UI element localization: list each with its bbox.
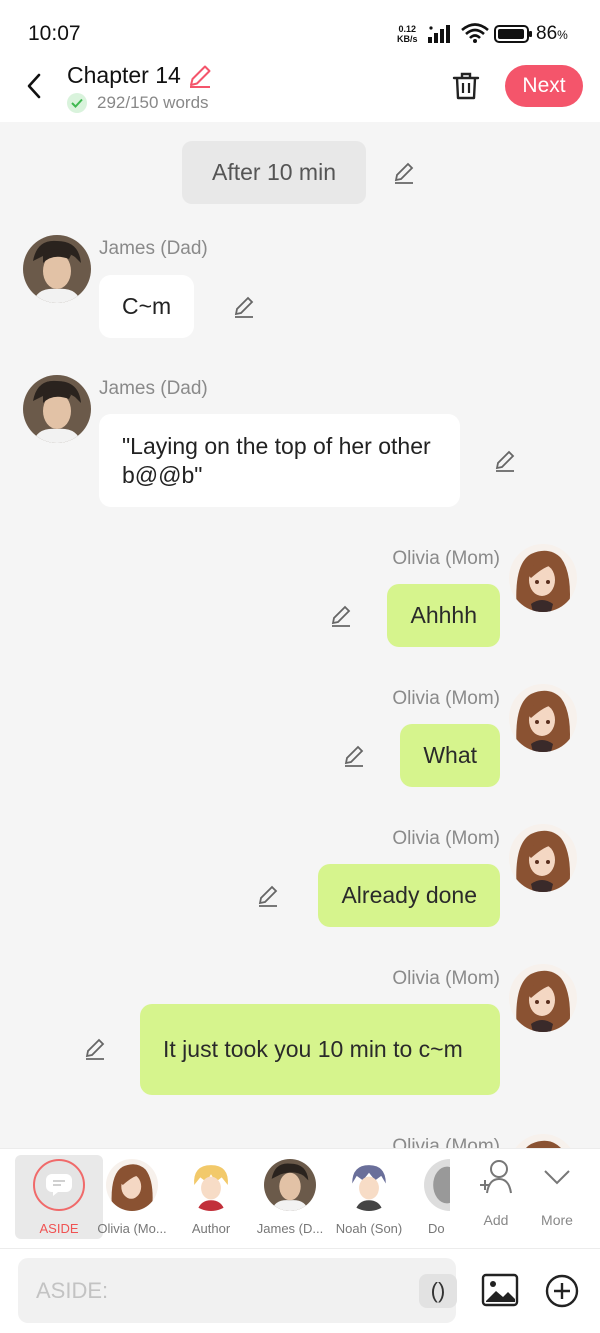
character-label: Author — [191, 1221, 231, 1236]
wifi-icon — [461, 23, 489, 43]
edit-message-button[interactable] — [328, 603, 354, 629]
back-button[interactable] — [16, 66, 52, 106]
pencil-icon — [331, 605, 351, 627]
character-bar: ASIDE Olivia (Mo... Author James (D... N… — [0, 1148, 600, 1248]
back-arrow-icon — [27, 73, 41, 99]
avatar-author — [185, 1159, 237, 1211]
character-label: Noah (Son) — [335, 1221, 403, 1236]
message-input-box: () — [18, 1258, 457, 1323]
add-character-button[interactable]: Add — [466, 1159, 526, 1228]
message-bubble[interactable]: Ahhhh — [387, 584, 500, 647]
character-label: Olivia (Mo... — [97, 1221, 167, 1236]
edit-message-button[interactable] — [341, 743, 367, 769]
character-olivia[interactable]: Olivia (Mo... — [88, 1155, 176, 1239]
character-author[interactable]: Author — [167, 1155, 255, 1239]
message-input[interactable] — [36, 1258, 396, 1323]
battery-value: 86 — [536, 23, 558, 44]
pencil-icon — [258, 885, 278, 907]
trash-icon — [452, 72, 480, 100]
chat-area[interactable]: After 10 min James (Dad) C~m James (Dad)… — [0, 122, 600, 1148]
chevron-down-icon — [544, 1170, 570, 1185]
edit-message-button[interactable] — [82, 1036, 108, 1062]
battery-icon — [494, 25, 532, 43]
character-partial[interactable]: Do — [404, 1155, 450, 1239]
sender-name: Olivia (Mom) — [392, 968, 500, 989]
pencil-icon — [189, 65, 211, 88]
battery-level: 86% — [536, 23, 568, 45]
page-title: Chapter 14 — [67, 62, 181, 88]
message-bubble[interactable]: What — [400, 724, 500, 787]
title-block: Chapter 14 292/150 words — [67, 62, 213, 113]
pencil-icon — [495, 450, 515, 472]
status-time: 10:07 — [28, 22, 81, 45]
avatar-james — [264, 1159, 316, 1211]
avatar-olivia[interactable] — [509, 684, 577, 752]
signal-icon — [428, 25, 450, 43]
add-user-icon — [480, 1160, 512, 1194]
next-button[interactable]: Next — [505, 65, 583, 107]
more-label: More — [541, 1212, 573, 1228]
more-characters-button[interactable]: More — [527, 1159, 587, 1228]
image-icon — [481, 1273, 519, 1307]
avatar-olivia[interactable] — [509, 544, 577, 612]
avatar-olivia[interactable] — [509, 824, 577, 892]
edit-title-button[interactable] — [187, 63, 213, 89]
input-bar: () — [0, 1248, 600, 1333]
edit-message-button[interactable] — [492, 448, 518, 474]
avatar-james[interactable] — [23, 235, 91, 303]
aside-icon — [33, 1159, 85, 1211]
avatar-james[interactable] — [23, 375, 91, 443]
sender-name: Olivia (Mom) — [392, 828, 500, 849]
avatar-olivia[interactable] — [509, 964, 577, 1032]
add-label: Add — [483, 1212, 509, 1228]
character-label: James (D... — [256, 1221, 324, 1236]
pencil-icon — [344, 745, 364, 767]
character-james[interactable]: James (D... — [246, 1155, 334, 1239]
message-bubble[interactable]: C~m — [99, 275, 195, 338]
word-count: 292/150 words — [97, 93, 209, 112]
pencil-icon — [394, 162, 414, 184]
message-bubble[interactable]: "Laying on the top of her other b@@b" — [99, 414, 460, 507]
sender-name: Olivia (Mom) — [392, 688, 500, 709]
edit-aside-button[interactable] — [391, 160, 417, 186]
delete-button[interactable] — [450, 68, 482, 104]
sender-name: James (Dad) — [99, 238, 208, 259]
avatar-noah — [343, 1159, 395, 1211]
network-speed-unit: KB/s — [397, 34, 418, 44]
status-bar: 10:07 0.12 KB/s 86% — [0, 0, 600, 60]
insert-image-button[interactable] — [481, 1271, 519, 1309]
message-bubble[interactable]: Already done — [318, 864, 500, 927]
check-icon — [67, 93, 87, 113]
sender-name: James (Dad) — [99, 378, 208, 399]
avatar-olivia — [106, 1159, 158, 1211]
battery-unit: % — [557, 28, 568, 42]
network-speed-value: 0.12 — [398, 24, 417, 34]
avatar-olivia[interactable] — [509, 1134, 577, 1148]
pencil-icon — [85, 1038, 105, 1060]
add-button[interactable] — [544, 1273, 580, 1309]
header: Chapter 14 292/150 words Next — [0, 60, 600, 122]
message-bubble[interactable]: It just took you 10 min to c~m — [140, 1004, 500, 1095]
sender-name: Olivia (Mom) — [392, 1136, 500, 1148]
pencil-icon — [234, 296, 254, 318]
parenthesis-button[interactable]: () — [419, 1274, 457, 1308]
avatar-partial — [424, 1159, 450, 1211]
character-label: Do — [428, 1221, 445, 1236]
aside-bubble[interactable]: After 10 min — [182, 141, 366, 204]
network-speed: 0.12 KB/s — [397, 24, 418, 44]
sender-name: Olivia (Mom) — [392, 548, 500, 569]
edit-message-button[interactable] — [255, 883, 281, 909]
edit-message-button[interactable] — [231, 294, 257, 320]
plus-circle-icon — [545, 1274, 579, 1308]
character-noah[interactable]: Noah (Son) — [325, 1155, 413, 1239]
